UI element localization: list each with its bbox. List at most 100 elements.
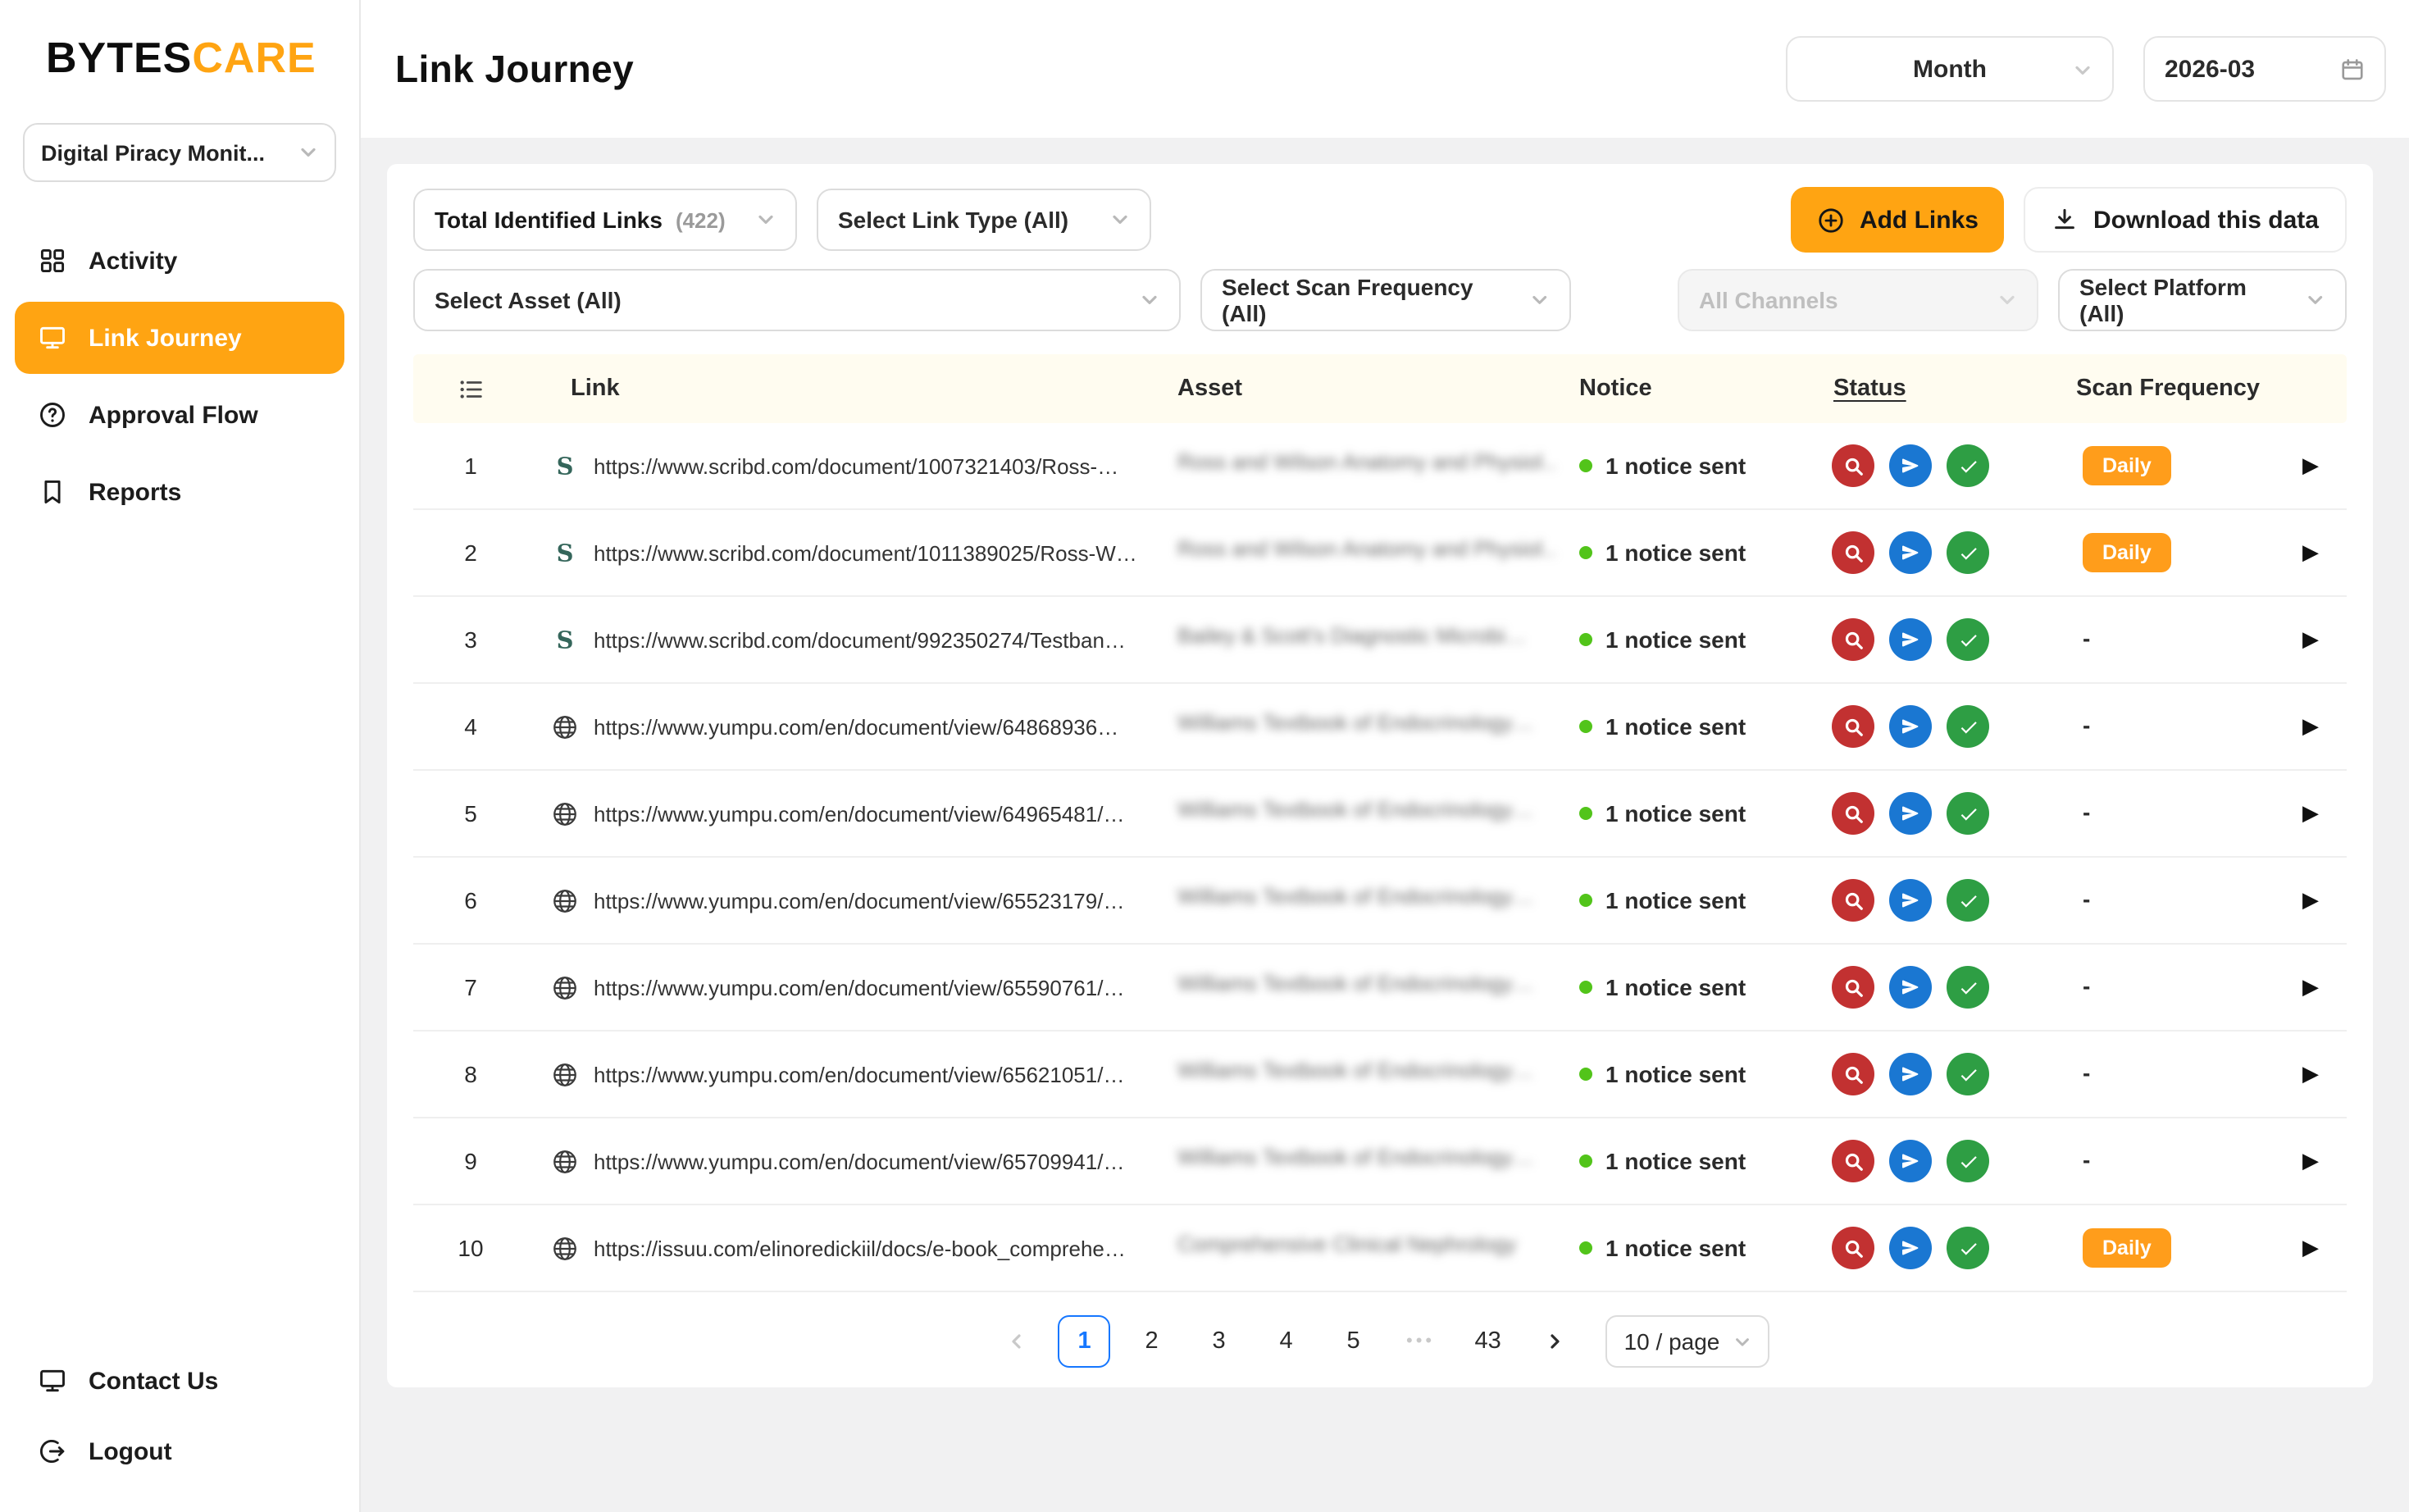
expand-row-button[interactable]: ▶ bbox=[2302, 1148, 2319, 1174]
page-title: Link Journey bbox=[395, 47, 634, 91]
sidebar-item-approval-flow[interactable]: Approval Flow bbox=[15, 379, 344, 451]
link-url[interactable]: https://www.yumpu.com/en/document/view/6… bbox=[594, 1149, 1124, 1173]
svg-text:S: S bbox=[557, 452, 574, 479]
notice-sent-icon[interactable] bbox=[1889, 1053, 1932, 1095]
notice-sent-icon[interactable] bbox=[1889, 444, 1932, 487]
more-pages-button[interactable]: ••• bbox=[1395, 1315, 1447, 1368]
page-button-5[interactable]: 5 bbox=[1327, 1315, 1380, 1368]
expand-row-button[interactable]: ▶ bbox=[2302, 713, 2319, 740]
date-picker[interactable]: 2026-03 bbox=[2143, 36, 2386, 102]
expand-row-button[interactable]: ▶ bbox=[2302, 1235, 2319, 1261]
link-url[interactable]: https://www.scribd.com/document/10113890… bbox=[594, 540, 1137, 565]
product-select[interactable]: Digital Piracy Monit... bbox=[23, 123, 336, 182]
notice-sent-icon[interactable] bbox=[1889, 1140, 1932, 1182]
column-header-notice: Notice bbox=[1569, 376, 1824, 402]
notice-status-dot bbox=[1579, 1068, 1592, 1081]
approved-status-icon[interactable] bbox=[1947, 966, 1989, 1009]
scan-frequency-badge: - bbox=[2083, 799, 2090, 825]
sidebar-item-activity[interactable]: Activity bbox=[15, 225, 344, 297]
approved-status-icon[interactable] bbox=[1947, 792, 1989, 835]
asset-select[interactable]: Select Asset (All) bbox=[413, 269, 1181, 331]
download-button[interactable]: Download this data bbox=[2024, 187, 2347, 253]
total-links-select[interactable]: Total Identified Links (422) bbox=[413, 189, 797, 251]
notice-sent-icon[interactable] bbox=[1889, 966, 1932, 1009]
page-button-4[interactable]: 4 bbox=[1260, 1315, 1313, 1368]
status-cell bbox=[1824, 1227, 2070, 1269]
search-status-icon[interactable] bbox=[1832, 1053, 1874, 1095]
sidebar-item-logout[interactable]: Logout bbox=[15, 1419, 344, 1484]
search-status-icon[interactable] bbox=[1832, 531, 1874, 574]
brand-logo[interactable]: BYTESCARE bbox=[0, 0, 359, 84]
scribd-icon: S bbox=[551, 626, 579, 654]
approved-status-icon[interactable] bbox=[1947, 444, 1989, 487]
page-button-last[interactable]: 43 bbox=[1462, 1315, 1514, 1368]
sidebar-item-reports[interactable]: Reports bbox=[15, 456, 344, 528]
brand-logo-orange: CARE bbox=[192, 33, 316, 82]
page-size-select[interactable]: 10 / page bbox=[1606, 1315, 1769, 1368]
period-select[interactable]: Month bbox=[1786, 36, 2114, 102]
search-status-icon[interactable] bbox=[1832, 879, 1874, 922]
approved-status-icon[interactable] bbox=[1947, 1053, 1989, 1095]
row-index: 2 bbox=[413, 540, 528, 566]
expand-row-button[interactable]: ▶ bbox=[2302, 540, 2319, 566]
notice-cell: 1 notice sent bbox=[1569, 1061, 1824, 1087]
globe-icon bbox=[551, 799, 579, 827]
link-url[interactable]: https://www.scribd.com/document/99235027… bbox=[594, 627, 1126, 652]
link-url[interactable]: https://www.yumpu.com/en/document/view/6… bbox=[594, 1062, 1124, 1086]
search-status-icon[interactable] bbox=[1832, 618, 1874, 661]
expand-row-button[interactable]: ▶ bbox=[2302, 1061, 2319, 1087]
sidebar-item-label: Logout bbox=[89, 1437, 172, 1465]
approved-status-icon[interactable] bbox=[1947, 1140, 1989, 1182]
page-button-1[interactable]: 1 bbox=[1059, 1315, 1111, 1368]
actions-cell: ▶ bbox=[2299, 887, 2347, 913]
asset-name: Ross and Wilson Anatomy and Physiol… bbox=[1177, 449, 1558, 474]
approved-status-icon[interactable] bbox=[1947, 705, 1989, 748]
expand-row-button[interactable]: ▶ bbox=[2302, 453, 2319, 479]
link-url[interactable]: https://issuu.com/elinoredickiil/docs/e-… bbox=[594, 1236, 1126, 1260]
platform-select[interactable]: Select Platform (All) bbox=[2058, 269, 2347, 331]
expand-row-button[interactable]: ▶ bbox=[2302, 974, 2319, 1000]
asset-cell: Bailey & Scott's Diagnostic Microbi… bbox=[1168, 623, 1569, 656]
link-url[interactable]: https://www.yumpu.com/en/document/view/6… bbox=[594, 714, 1118, 739]
search-status-icon[interactable] bbox=[1832, 1140, 1874, 1182]
link-url[interactable]: https://www.yumpu.com/en/document/view/6… bbox=[594, 801, 1124, 826]
scan-frequency-badge: - bbox=[2083, 625, 2090, 651]
column-header-status[interactable]: Status bbox=[1824, 376, 2070, 402]
notice-sent-icon[interactable] bbox=[1889, 531, 1932, 574]
approved-status-icon[interactable] bbox=[1947, 618, 1989, 661]
approved-status-icon[interactable] bbox=[1947, 1227, 1989, 1269]
expand-row-button[interactable]: ▶ bbox=[2302, 800, 2319, 827]
notice-sent-icon[interactable] bbox=[1889, 1227, 1932, 1269]
add-links-button[interactable]: Add Links bbox=[1791, 187, 2005, 253]
content-area: Total Identified Links (422) Select Link… bbox=[361, 138, 2409, 1512]
search-status-icon[interactable] bbox=[1832, 966, 1874, 1009]
notice-sent-icon[interactable] bbox=[1889, 705, 1932, 748]
next-page-button[interactable] bbox=[1529, 1315, 1582, 1368]
search-status-icon[interactable] bbox=[1832, 792, 1874, 835]
actions-cell: ▶ bbox=[2299, 974, 2347, 1000]
expand-row-button[interactable]: ▶ bbox=[2302, 626, 2319, 653]
link-url[interactable]: https://www.yumpu.com/en/document/view/6… bbox=[594, 888, 1124, 913]
sidebar-item-link-journey[interactable]: Link Journey bbox=[15, 302, 344, 374]
expand-row-button[interactable]: ▶ bbox=[2302, 887, 2319, 913]
channels-select-value: All Channels bbox=[1699, 287, 1838, 313]
search-status-icon[interactable] bbox=[1832, 1227, 1874, 1269]
search-status-icon[interactable] bbox=[1832, 444, 1874, 487]
notice-sent-icon[interactable] bbox=[1889, 618, 1932, 661]
link-url[interactable]: https://www.scribd.com/document/10073214… bbox=[594, 453, 1118, 478]
notice-text: 1 notice sent bbox=[1605, 1235, 1746, 1261]
approved-status-icon[interactable] bbox=[1947, 531, 1989, 574]
link-url[interactable]: https://www.yumpu.com/en/document/view/6… bbox=[594, 975, 1124, 1000]
approved-status-icon[interactable] bbox=[1947, 879, 1989, 922]
notice-sent-icon[interactable] bbox=[1889, 879, 1932, 922]
notice-text: 1 notice sent bbox=[1605, 540, 1746, 566]
scan-frequency-select[interactable]: Select Scan Frequency (All) bbox=[1200, 269, 1571, 331]
search-status-icon[interactable] bbox=[1832, 705, 1874, 748]
asset-name: Williams Textbook of Endocrinology… bbox=[1177, 971, 1534, 995]
sidebar-item-contact-us[interactable]: Contact Us bbox=[15, 1348, 344, 1414]
prev-page-button[interactable] bbox=[991, 1315, 1044, 1368]
link-type-select[interactable]: Select Link Type (All) bbox=[817, 189, 1151, 251]
page-button-2[interactable]: 2 bbox=[1126, 1315, 1178, 1368]
page-button-3[interactable]: 3 bbox=[1193, 1315, 1245, 1368]
notice-sent-icon[interactable] bbox=[1889, 792, 1932, 835]
